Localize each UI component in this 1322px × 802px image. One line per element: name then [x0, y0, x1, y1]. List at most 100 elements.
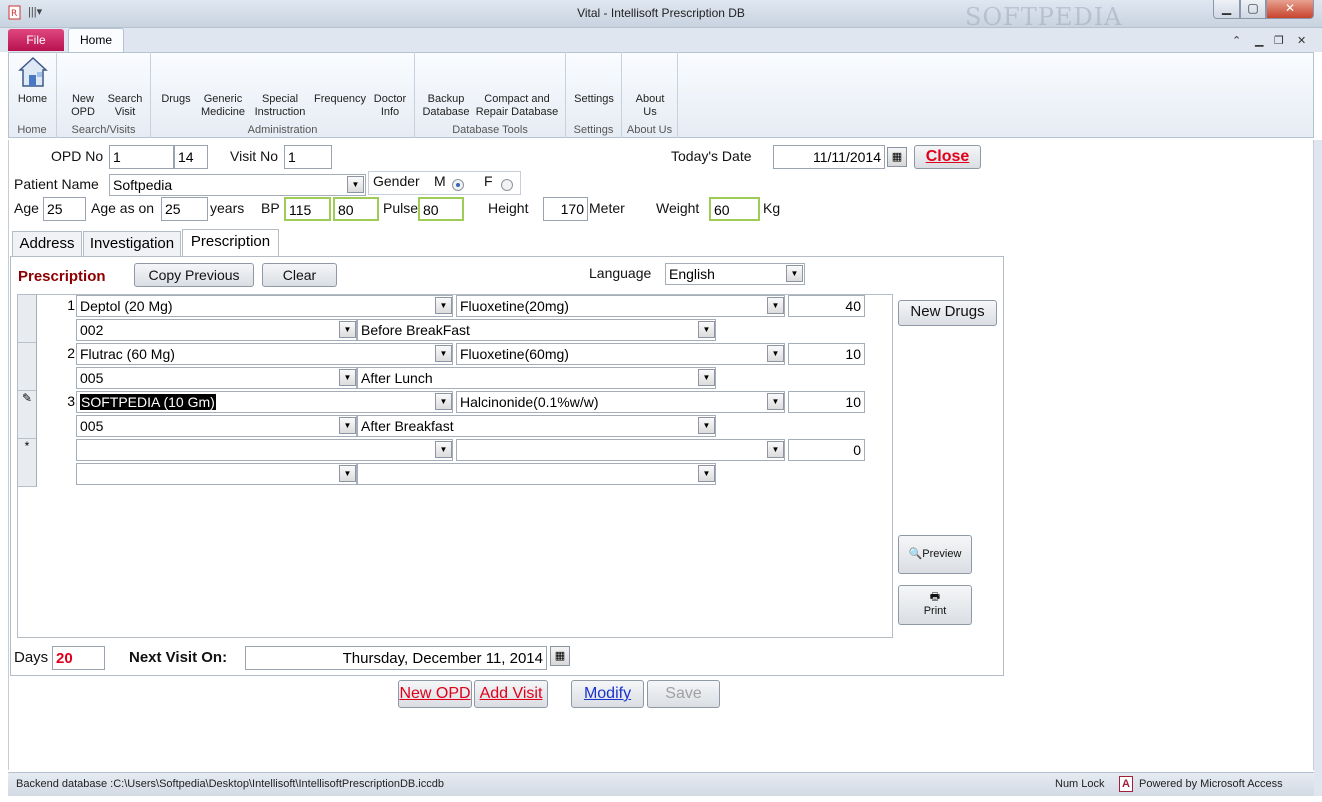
gender-m-radio[interactable]: [452, 179, 464, 191]
instruction-dropdown-icon[interactable]: ▼: [698, 321, 715, 338]
frequency-code-combo[interactable]: 005: [76, 415, 357, 437]
maximize-button[interactable]: ▢: [1240, 0, 1266, 19]
instruction-dropdown-icon[interactable]: ▼: [698, 465, 715, 482]
close-window-button[interactable]: ✕: [1266, 0, 1314, 19]
row-selector[interactable]: [18, 343, 37, 391]
drug-combo[interactable]: Deptol (20 Mg): [76, 295, 453, 317]
drugs-button[interactable]: Drugs: [157, 93, 195, 106]
mdi-close-icon[interactable]: ✕: [1297, 34, 1306, 47]
row-selector-new[interactable]: *: [18, 439, 37, 487]
instruction-combo[interactable]: After Breakfast: [357, 415, 716, 437]
quantity-field[interactable]: 40: [788, 295, 865, 317]
days-field[interactable]: 20: [52, 646, 105, 670]
drug-dropdown-icon[interactable]: ▼: [435, 441, 452, 458]
language-dropdown-icon[interactable]: ▼: [786, 265, 803, 282]
patient-name-combo[interactable]: Softpedia: [109, 174, 366, 196]
copy-previous-button[interactable]: Copy Previous: [134, 263, 254, 287]
frequency-code-combo[interactable]: 002: [76, 319, 357, 341]
instruction-dropdown-icon[interactable]: ▼: [698, 369, 715, 386]
todays-date-field[interactable]: 11/11/2014: [773, 145, 885, 169]
generic-dropdown-icon[interactable]: ▼: [767, 441, 784, 458]
generic-dropdown-icon[interactable]: ▼: [767, 345, 784, 362]
generic-combo[interactable]: Fluoxetine(20mg): [456, 295, 785, 317]
age-field[interactable]: 25: [43, 197, 86, 221]
visit-no-field[interactable]: 1: [284, 145, 332, 169]
search-visit-button[interactable]: Search Visit: [105, 93, 145, 119]
patient-name-dropdown-icon[interactable]: ▼: [347, 176, 364, 193]
about-us-button[interactable]: About Us: [622, 93, 678, 119]
generic-combo[interactable]: [456, 439, 785, 461]
compact-repair-button[interactable]: Compact and Repair Database: [473, 93, 561, 119]
instruction-combo[interactable]: Before BreakFast: [357, 319, 716, 341]
quantity-field[interactable]: 10: [788, 343, 865, 365]
pulse-field[interactable]: 80: [418, 197, 464, 221]
next-visit-field[interactable]: Thursday, December 11, 2014: [245, 646, 547, 670]
generic-medicine-button[interactable]: Generic Medicine: [197, 93, 249, 119]
bp-systolic-field[interactable]: 115: [284, 197, 331, 221]
preview-button[interactable]: 🔍Preview: [898, 535, 972, 574]
generic-dropdown-icon[interactable]: ▼: [767, 393, 784, 410]
drug-dropdown-icon[interactable]: ▼: [435, 345, 452, 362]
instruction-combo[interactable]: After Lunch: [357, 367, 716, 389]
frequency-dropdown-icon[interactable]: ▼: [339, 465, 356, 482]
preview-label: Preview: [922, 548, 962, 560]
drug-combo[interactable]: SOFTPEDIA (10 Gm): [76, 391, 453, 413]
add-visit-button[interactable]: Add Visit: [474, 680, 548, 708]
height-field[interactable]: 170: [543, 197, 588, 221]
frequency-dropdown-icon[interactable]: ▼: [339, 417, 356, 434]
drug-dropdown-icon[interactable]: ▼: [435, 297, 452, 314]
print-label: Print: [923, 605, 947, 617]
drug-combo[interactable]: [76, 439, 453, 461]
close-button[interactable]: Close: [914, 145, 981, 169]
home-button[interactable]: Home: [8, 93, 57, 106]
new-opd-button[interactable]: New OPD: [63, 93, 103, 119]
doctor-info-button[interactable]: Doctor Info: [370, 93, 410, 119]
weight-label: Weight: [656, 200, 700, 216]
age-as-on-field[interactable]: 25: [161, 197, 208, 221]
calendar-icon[interactable]: ▦: [550, 646, 570, 666]
special-instruction-button[interactable]: Special Instruction: [251, 93, 309, 119]
modify-button[interactable]: Modify: [571, 680, 644, 708]
clear-button[interactable]: Clear: [262, 263, 337, 287]
calendar-icon[interactable]: ▦: [887, 147, 907, 167]
tab-address[interactable]: Address: [12, 231, 82, 256]
frequency-code-combo[interactable]: 005: [76, 367, 357, 389]
tab-prescription[interactable]: Prescription: [182, 229, 279, 257]
frequency-button[interactable]: Frequency: [311, 93, 369, 106]
gender-f-radio[interactable]: [501, 179, 513, 191]
home-tab[interactable]: Home: [68, 28, 124, 53]
settings-button[interactable]: Settings: [566, 93, 622, 106]
minimize-button[interactable]: ▁: [1213, 0, 1240, 19]
row-selector-editing[interactable]: ✎: [18, 391, 37, 439]
language-combo[interactable]: English: [665, 263, 805, 285]
opd-no-label: OPD No: [51, 148, 104, 164]
row-selector[interactable]: [18, 295, 37, 343]
frequency-dropdown-icon[interactable]: ▼: [339, 369, 356, 386]
save-button[interactable]: Save: [647, 680, 720, 708]
generic-dropdown-icon[interactable]: ▼: [767, 297, 784, 314]
generic-combo[interactable]: Fluoxetine(60mg): [456, 343, 785, 365]
tab-investigation[interactable]: Investigation: [83, 231, 181, 256]
collapse-ribbon-icon[interactable]: ⌃: [1232, 34, 1241, 47]
quantity-field[interactable]: 0: [788, 439, 865, 461]
frequency-code-combo[interactable]: [76, 463, 357, 485]
backend-path-text: Backend database :C:\Users\Softpedia\Des…: [16, 778, 444, 790]
print-button[interactable]: 🖶 Print: [898, 585, 972, 625]
generic-combo[interactable]: Halcinonide(0.1%w/w): [456, 391, 785, 413]
new-opd-button[interactable]: New OPD: [398, 680, 472, 708]
instruction-dropdown-icon[interactable]: ▼: [698, 417, 715, 434]
opd-no-secondary-field[interactable]: 14: [174, 145, 208, 169]
mdi-restore-icon[interactable]: ❐: [1274, 34, 1284, 47]
backup-database-button[interactable]: Backup Database: [419, 93, 473, 119]
frequency-dropdown-icon[interactable]: ▼: [339, 321, 356, 338]
drug-combo[interactable]: Flutrac (60 Mg): [76, 343, 453, 365]
weight-field[interactable]: 60: [709, 197, 760, 221]
new-drugs-button[interactable]: New Drugs: [898, 300, 997, 326]
file-tab[interactable]: File: [8, 29, 64, 51]
bp-diastolic-field[interactable]: 80: [333, 197, 379, 221]
drug-dropdown-icon[interactable]: ▼: [435, 393, 452, 410]
mdi-minimize-icon[interactable]: ▁: [1255, 34, 1263, 47]
quantity-field[interactable]: 10: [788, 391, 865, 413]
opd-no-field[interactable]: 1: [109, 145, 174, 169]
instruction-combo[interactable]: [357, 463, 716, 485]
